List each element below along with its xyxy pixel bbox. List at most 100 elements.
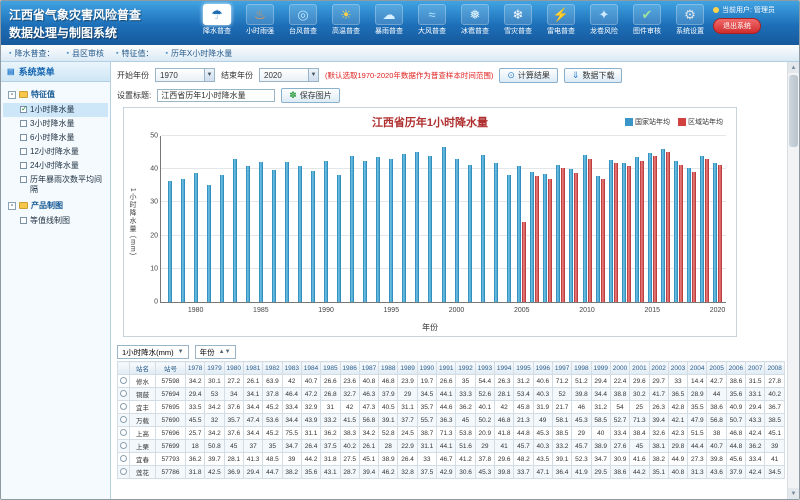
- value-type-select[interactable]: 1小时降水(mm) ▼: [117, 345, 189, 359]
- nav-item-typhoon[interactable]: ◎台风普查: [282, 4, 324, 36]
- radio-button[interactable]: [120, 429, 127, 436]
- bar-group[interactable]: [293, 136, 306, 302]
- bar-group[interactable]: [359, 136, 372, 302]
- table-row[interactable]: 上高5769625.734.237.634.445.275.531.136.23…: [118, 427, 785, 440]
- nav-item-hourly-rain[interactable]: ♨小时雨强: [239, 4, 281, 36]
- station-id-header[interactable]: 站号: [156, 362, 186, 375]
- year-header[interactable]: 1999: [591, 362, 610, 375]
- table-row[interactable]: 莲花5778631.842.536.929.444.738.235.643.12…: [118, 466, 785, 479]
- nav-item-high-temp[interactable]: ☀高温普查: [325, 4, 367, 36]
- sort-by-year-select[interactable]: 年份 ▲▼: [195, 345, 236, 359]
- year-header[interactable]: 2000: [610, 362, 629, 375]
- radio-button[interactable]: [120, 455, 127, 462]
- year-header[interactable]: 1996: [533, 362, 552, 375]
- collapse-icon[interactable]: -: [8, 202, 16, 210]
- table-row[interactable]: 修水5759834.230.127.226.163.94240.726.623.…: [118, 375, 785, 388]
- sidebar-item[interactable]: 等值线制图: [3, 214, 108, 228]
- bar-group[interactable]: [176, 136, 189, 302]
- bar-group[interactable]: [228, 136, 241, 302]
- bar-group[interactable]: [280, 136, 293, 302]
- nav-item-lightning[interactable]: ⚡雷电普查: [540, 4, 582, 36]
- year-header[interactable]: 2001: [630, 362, 649, 375]
- bar-group[interactable]: [528, 136, 541, 302]
- year-header[interactable]: 1979: [205, 362, 224, 375]
- end-year-select[interactable]: 2020 ▼: [259, 68, 319, 82]
- sidebar-item[interactable]: 历年暴雨次数平均间隔: [3, 173, 108, 197]
- year-header[interactable]: 1991: [437, 362, 456, 375]
- year-header[interactable]: 1995: [514, 362, 533, 375]
- bar-group[interactable]: [607, 136, 620, 302]
- year-header[interactable]: 1987: [359, 362, 378, 375]
- bar-group[interactable]: 1985: [254, 136, 267, 302]
- year-header[interactable]: 1989: [398, 362, 417, 375]
- nav-item-hail[interactable]: ❅冰雹普查: [454, 4, 496, 36]
- bar-group[interactable]: [554, 136, 567, 302]
- year-header[interactable]: 1990: [417, 362, 436, 375]
- sidebar-item[interactable]: 24小时降水量: [3, 159, 108, 173]
- bar-group[interactable]: [163, 136, 176, 302]
- table-row[interactable]: 宜丰5769533.534.237.634.445.233.432.931424…: [118, 401, 785, 414]
- bar-group[interactable]: 1990: [320, 136, 333, 302]
- nav-item-wind[interactable]: ≈大风普查: [411, 4, 453, 36]
- bar-group[interactable]: 2015: [646, 136, 659, 302]
- radio-button[interactable]: [120, 442, 127, 449]
- table-row[interactable]: 宜春5779336.239.728.141.348.53944.231.827.…: [118, 453, 785, 466]
- bar-group[interactable]: 1995: [385, 136, 398, 302]
- radio-button[interactable]: [120, 416, 127, 423]
- year-header[interactable]: 1980: [224, 362, 243, 375]
- scrollbar-thumb[interactable]: [789, 75, 798, 147]
- checkbox[interactable]: [20, 120, 27, 127]
- scroll-up-icon[interactable]: ▲: [788, 62, 799, 73]
- bar-group[interactable]: [620, 136, 633, 302]
- save-image-button[interactable]: ✽ 保存图片: [281, 88, 340, 103]
- radio-button[interactable]: [120, 468, 127, 475]
- bar-group[interactable]: [489, 136, 502, 302]
- year-header[interactable]: 1985: [321, 362, 340, 375]
- bar-group[interactable]: [594, 136, 607, 302]
- bar-group[interactable]: [437, 136, 450, 302]
- year-header[interactable]: 1984: [301, 362, 320, 375]
- bar-group[interactable]: [541, 136, 554, 302]
- sidebar-item[interactable]: 3小时降水量: [3, 117, 108, 131]
- table-row[interactable]: 铜鼓5769429.4533434.137.846.447.226.832.74…: [118, 388, 785, 401]
- year-header[interactable]: 1982: [263, 362, 282, 375]
- sidebar-item[interactable]: 12小时降水量: [3, 145, 108, 159]
- scroll-down-icon[interactable]: ▼: [788, 488, 799, 499]
- tab-item[interactable]: ▪历年X小时降水量: [165, 48, 232, 59]
- nav-item-settings[interactable]: ⚙系统设置: [669, 4, 711, 36]
- bar-group[interactable]: [424, 136, 437, 302]
- tree-group[interactable]: -特征值: [3, 86, 108, 103]
- tree-group[interactable]: -产品制图: [3, 197, 108, 214]
- tab-item[interactable]: ▪县区审核: [66, 48, 103, 59]
- bar-group[interactable]: 2005: [515, 136, 528, 302]
- year-header[interactable]: 1993: [475, 362, 494, 375]
- start-year-select[interactable]: 1970 ▼: [155, 68, 215, 82]
- sidebar-item[interactable]: 1小时降水量: [3, 103, 108, 117]
- logout-button[interactable]: 退出系统: [713, 18, 761, 34]
- year-header[interactable]: 1994: [495, 362, 514, 375]
- vertical-scrollbar[interactable]: ▲ ▼: [787, 62, 799, 499]
- bar-group[interactable]: [672, 136, 685, 302]
- nav-item-rainstorm[interactable]: ☁暴雨普查: [368, 4, 410, 36]
- nav-item-tornado[interactable]: ✦龙卷风险: [583, 4, 625, 36]
- radio-button[interactable]: [120, 390, 127, 397]
- bar-group[interactable]: [202, 136, 215, 302]
- year-header[interactable]: 2004: [688, 362, 707, 375]
- year-header[interactable]: 1986: [340, 362, 359, 375]
- bar-group[interactable]: 2000: [450, 136, 463, 302]
- bar-group[interactable]: [398, 136, 411, 302]
- bar-group[interactable]: [307, 136, 320, 302]
- bar-group[interactable]: [502, 136, 515, 302]
- tab-item[interactable]: ▪降水普查：: [9, 48, 54, 59]
- nav-item-map-review[interactable]: ✔图件审核: [626, 4, 668, 36]
- year-header[interactable]: 2007: [746, 362, 765, 375]
- radio-button[interactable]: [120, 377, 127, 384]
- year-header[interactable]: 1983: [282, 362, 301, 375]
- sidebar-item[interactable]: 6小时降水量: [3, 131, 108, 145]
- bar-group[interactable]: [476, 136, 489, 302]
- bar-group[interactable]: 2020: [711, 136, 724, 302]
- year-header[interactable]: 2005: [707, 362, 726, 375]
- table-row[interactable]: 万载5769045.53235.747.453.634.443.933.241.…: [118, 414, 785, 427]
- year-header[interactable]: 1997: [552, 362, 571, 375]
- checkbox[interactable]: [20, 106, 27, 113]
